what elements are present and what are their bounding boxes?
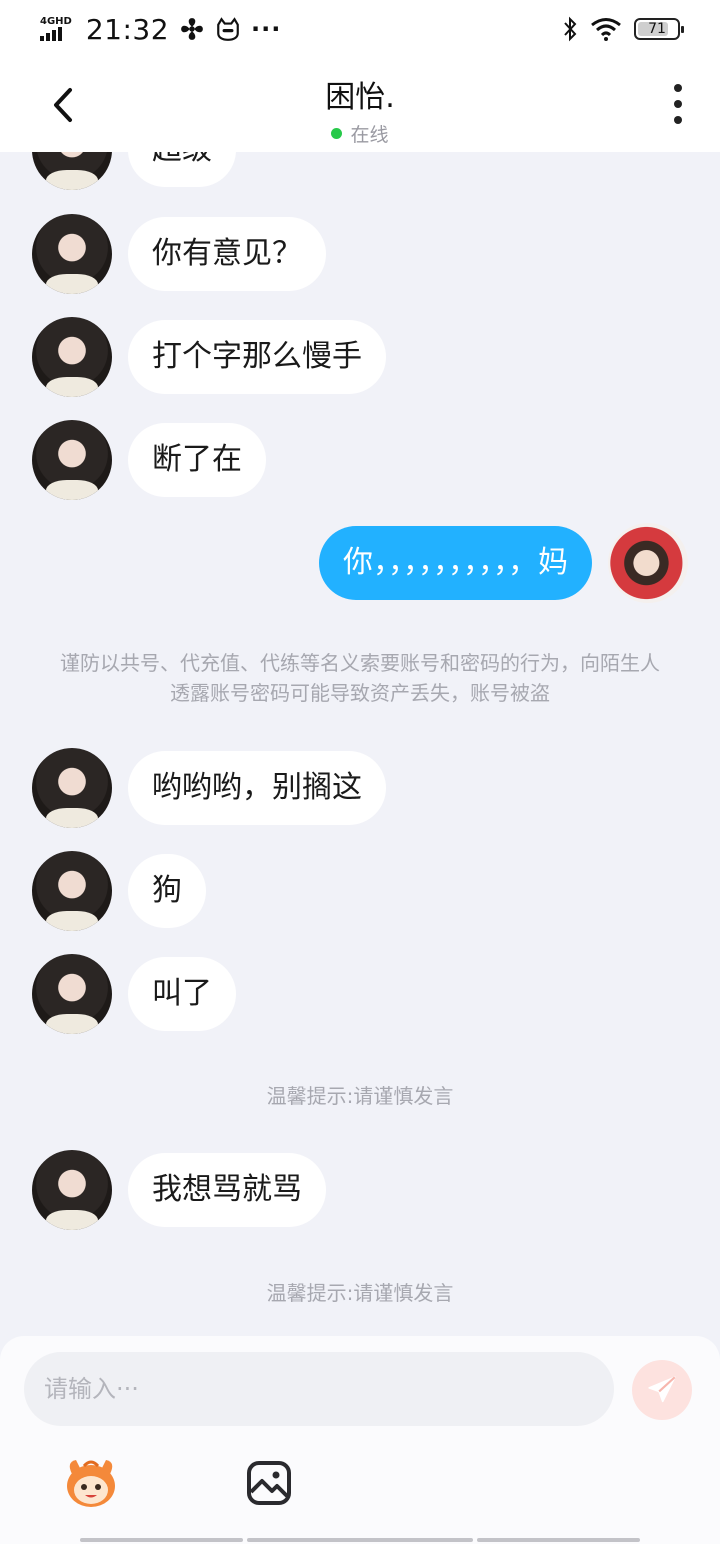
- nav-bar-segment: [247, 1538, 473, 1542]
- message-list[interactable]: 超级 你有意见？ 打个字那么慢手 断了在 你，，，，，，，，，，妈 谨防以共号、…: [0, 152, 720, 1336]
- security-notice: 谨防以共号、代充值、代练等名义索要账号和密码的行为，向陌生人透露账号密码可能导致…: [60, 651, 660, 705]
- message-row: 超级: [32, 152, 236, 190]
- battery-icon: 71: [634, 18, 684, 40]
- message-bubble[interactable]: 你有意见？: [128, 217, 326, 291]
- message-row: 你有意见？: [32, 214, 326, 294]
- warning-tip: 温馨提示:请谨慎发言: [266, 1084, 454, 1108]
- send-icon: [648, 1376, 676, 1403]
- more-notifications-icon: ···: [251, 15, 282, 43]
- nav-bar-segment: [80, 1538, 243, 1542]
- emoji-mascot-icon[interactable]: [62, 1454, 120, 1512]
- nav-bar-segment: [477, 1538, 640, 1542]
- network-type: 4GHD: [40, 16, 72, 27]
- contact-name[interactable]: 困怡.: [0, 72, 720, 116]
- contact-avatar[interactable]: [32, 420, 112, 500]
- message-row: 断了在: [32, 420, 266, 500]
- message-bubble[interactable]: 哟哟哟，别搁这: [128, 751, 386, 825]
- contact-avatar[interactable]: [32, 954, 112, 1034]
- message-row: 叫了: [32, 954, 236, 1034]
- message-bubble[interactable]: 断了在: [128, 423, 266, 497]
- message-row: 我想骂就骂: [32, 1150, 326, 1230]
- contact-avatar[interactable]: [32, 851, 112, 931]
- message-row: 哟哟哟，别搁这: [32, 748, 386, 828]
- message-input[interactable]: [24, 1352, 614, 1426]
- clock: 21:32: [85, 12, 170, 46]
- image-icon[interactable]: [246, 1460, 292, 1506]
- contact-avatar[interactable]: [32, 214, 112, 294]
- contact-avatar[interactable]: [32, 317, 112, 397]
- message-composer: [0, 1336, 720, 1544]
- more-options-button[interactable]: [672, 84, 684, 124]
- message-bubble[interactable]: 打个字那么慢手: [128, 320, 386, 394]
- contact-avatar[interactable]: [32, 1150, 112, 1230]
- wifi-icon: [591, 18, 621, 41]
- online-status-label: 在线: [350, 124, 389, 146]
- bluetooth-icon: [564, 16, 577, 42]
- fan-icon: [181, 18, 203, 40]
- online-status: 在线: [0, 120, 720, 147]
- my-message-bubble[interactable]: 你，，，，，，，，，，妈: [319, 526, 592, 600]
- message-bubble[interactable]: 狗: [128, 854, 206, 928]
- signal-icon: 4GHD: [40, 17, 72, 41]
- contact-avatar[interactable]: [32, 152, 112, 190]
- message-bubble[interactable]: 我想骂就骂: [128, 1153, 326, 1227]
- message-row: 狗: [32, 851, 206, 931]
- contact-avatar[interactable]: [32, 748, 112, 828]
- message-bubble[interactable]: 叫了: [128, 957, 236, 1031]
- battery-level: 71: [648, 21, 666, 37]
- online-dot-icon: [331, 128, 343, 139]
- warning-tip: 温馨提示:请谨慎发言: [266, 1281, 454, 1305]
- app-cat-icon: [217, 17, 239, 41]
- send-button[interactable]: [632, 1360, 692, 1420]
- my-avatar[interactable]: [608, 523, 688, 603]
- message-bubble[interactable]: 超级: [128, 152, 236, 187]
- chat-header: 困怡. 在线: [0, 58, 720, 152]
- status-bar: 4GHD 21:32 ··· 71: [0, 0, 720, 58]
- message-row: 打个字那么慢手: [32, 317, 386, 397]
- my-message-row: 你，，，，，，，，，，妈: [319, 523, 688, 603]
